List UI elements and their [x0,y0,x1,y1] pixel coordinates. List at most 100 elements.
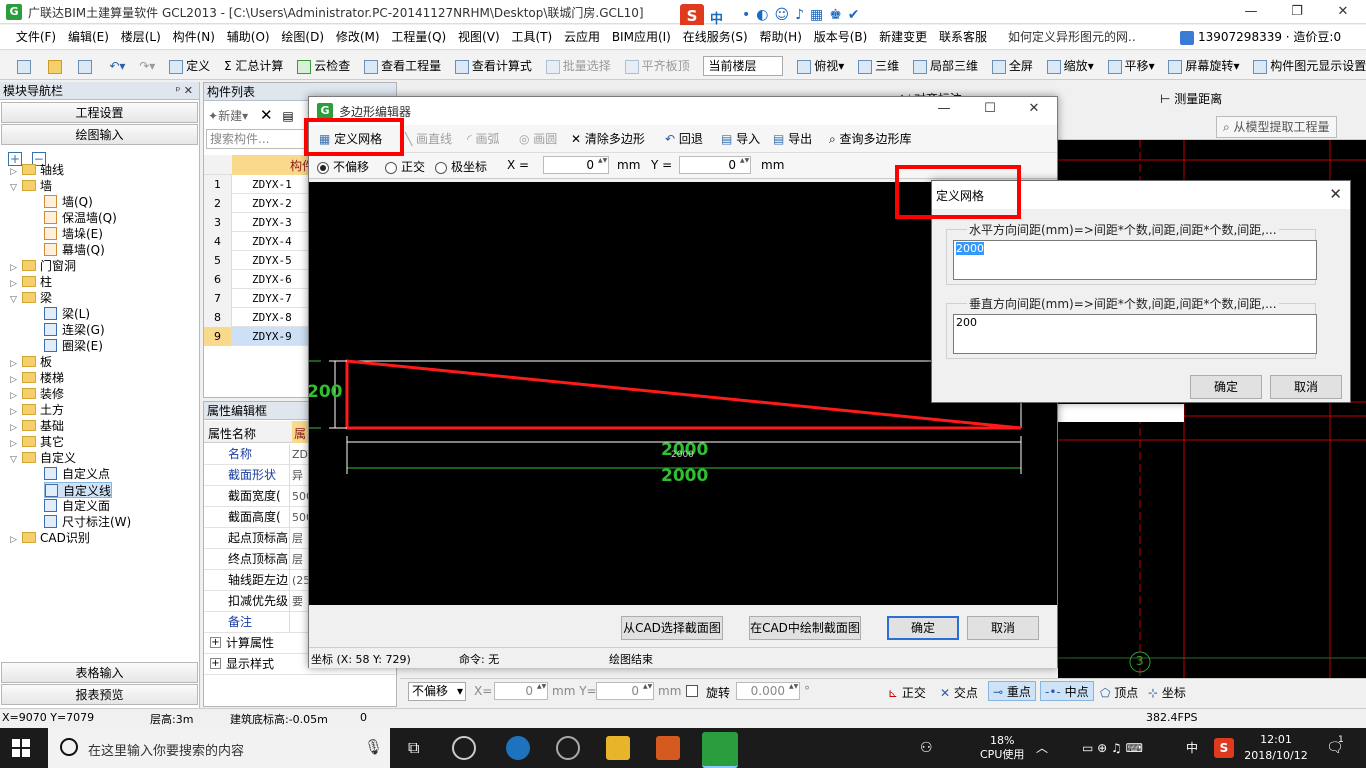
radio-orthogonal[interactable]: 正交 [385,158,425,175]
offset-select[interactable]: 不偏移 ▾ [408,682,466,701]
nav-tree-item[interactable]: ▽ 墙 [10,178,52,194]
grid-ok-button[interactable]: 确定 [1190,375,1262,399]
radio-no-offset[interactable]: 不偏移 [317,158,369,175]
rotate-input[interactable]: 0.000 [736,682,800,700]
floor-select[interactable]: 当前楼层 [698,52,788,80]
menu-cloud[interactable]: 云应用 [560,25,604,50]
batch-select-button[interactable]: 批量选择 [541,52,616,80]
new-component-button[interactable]: ✦新建▾ [208,109,248,123]
swirl-app-icon[interactable] [556,736,580,760]
extract-quantity-button[interactable]: ⌕ 从模型提取工程量 [1216,116,1337,138]
maximize-button[interactable]: ❐ [1274,0,1320,24]
nav-tree-item[interactable]: 圈梁(E) [44,338,103,354]
user-account[interactable]: 13907298339 · 造价豆:0 [1180,25,1341,50]
taskbar-clock[interactable]: 12:01 2018/10/12 [1244,732,1308,768]
menu-component[interactable]: 构件(N) [169,25,219,50]
nav-tree-item[interactable]: ▷ 土方 [10,402,64,418]
menu-tools[interactable]: 工具(T) [507,25,556,50]
horizontal-spacing-input[interactable]: 2000 [953,240,1317,280]
x-input[interactable]: 0 [543,156,609,174]
snap-midpoint[interactable]: -•- 中点 [1040,681,1094,701]
pan-button[interactable]: 平移▾ [1103,52,1160,80]
sogou-tray-icon[interactable]: S [1214,738,1234,758]
new-file-button[interactable] [12,52,39,80]
query-polygon-library-button[interactable]: ⌕ 查询多边形库 [829,129,912,149]
save-button[interactable] [73,52,100,80]
nav-tree-item[interactable]: 墙垛(E) [44,226,103,242]
nav-tree-item[interactable]: ▷ 装修 [10,386,64,402]
ie-browser-icon[interactable] [506,736,530,760]
menu-quantity[interactable]: 工程量(Q) [387,25,450,50]
chevron-up-icon[interactable]: ︿ [1036,728,1048,768]
copy-component-icon[interactable]: ▤ [282,109,293,123]
notes-app-icon[interactable] [606,736,630,760]
expanded-arrow-icon[interactable]: ▽ [10,180,22,196]
menu-modify[interactable]: 修改(M) [332,25,384,50]
snap-midpoint-weight[interactable]: ⊸ 重点 [988,681,1036,701]
import-button[interactable]: ▤ 导入 [721,129,760,149]
polygon-minimize-button[interactable]: — [921,97,967,121]
nav-tree-item[interactable]: ▷ 基础 [10,418,64,434]
menu-aux[interactable]: 辅助(O) [223,25,274,50]
draw-circle-button[interactable]: ◎ 画圆 [519,129,557,149]
nav-tree-item[interactable]: 自定义面 [44,498,110,514]
view-formula-button[interactable]: 查看计算式 [450,52,537,80]
expanded-arrow-icon[interactable]: ▽ [10,292,22,308]
display-settings-button[interactable]: 构件图元显示设置 [1248,52,1366,80]
clear-polygon-button[interactable]: ✕ 清除多边形 [571,129,645,149]
delete-component-icon[interactable]: ✕ [260,106,273,124]
expanded-arrow-icon[interactable]: ▽ [10,452,22,468]
polygon-cancel-button[interactable]: 取消 [967,616,1039,640]
export-button[interactable]: ▤ 导出 [773,129,812,149]
menu-new-change[interactable]: 新建变更 [875,25,931,50]
cpu-monitor[interactable]: 18% CPU使用 [980,734,1024,768]
coord-y-input[interactable]: 0 [596,682,654,700]
menu-online[interactable]: 在线服务(S) [679,25,752,50]
polygon-maximize-button[interactable]: ☐ [967,97,1013,121]
expand-group-icon[interactable]: + [210,637,221,648]
nav-tree-item[interactable]: ▽ 梁 [10,290,52,306]
top-view-button[interactable]: 俯视▾ [792,52,849,80]
nav-tree-item[interactable]: 幕墙(Q) [44,242,105,258]
screen-rotate-button[interactable]: 屏幕旋转▾ [1163,52,1244,80]
nav-tree-item[interactable]: ▽ 自定义 [10,450,76,466]
draw-arc-button[interactable]: ◜ 画弧 [467,129,499,149]
snap-coordinate[interactable]: ⊹ 坐标 [1148,684,1186,701]
task-view-icon[interactable]: ⧉ [408,728,419,768]
polygon-ok-button[interactable]: 确定 [887,616,959,640]
menu-view[interactable]: 视图(V) [454,25,504,50]
tray-icons[interactable]: ▭ ⊕ ♫ ⌨ [1082,728,1143,768]
summary-calc-button[interactable]: Σ 汇总计算 [219,52,288,80]
people-icon[interactable]: ⚇ [920,728,933,768]
nav-tree-item[interactable]: ▷ CAD识别 [10,530,90,546]
menu-version[interactable]: 版本号(B) [810,25,872,50]
draw-input-button[interactable]: 绘图输入 [1,124,198,145]
nav-tree-item[interactable]: 保温墙(Q) [44,210,117,226]
report-preview-button[interactable]: 报表预览 [1,684,198,705]
y-input[interactable]: 0 [679,156,751,174]
nav-tree-item[interactable]: 梁(L) [44,306,90,322]
menu-help[interactable]: 帮助(H) [756,25,806,50]
fan-app-icon[interactable] [452,736,476,760]
grid-close-icon[interactable]: ✕ [1329,185,1342,203]
align-slab-top-button[interactable]: 平齐板顶 [620,52,695,80]
nav-tree-item[interactable]: 自定义点 [44,466,110,482]
define-button[interactable]: 定义 [164,52,215,80]
3d-button[interactable]: 三维 [853,52,904,80]
collapsed-arrow-icon[interactable]: ▷ [10,532,22,548]
taskbar-ime[interactable]: 中 [1186,728,1198,768]
nav-tree-item[interactable]: 自定义线 [44,482,113,498]
coord-x-input[interactable]: 0 [494,682,548,700]
pdf-app-icon[interactable] [656,736,680,760]
snap-vertex[interactable]: ⬠ 顶点 [1100,684,1138,701]
polygon-close-button[interactable]: ✕ [1011,97,1057,121]
menu-bim[interactable]: BIM应用(I) [608,25,675,50]
menu-floor[interactable]: 楼层(L) [117,25,165,50]
cad-draw-section-button[interactable]: 在CAD中绘制截面图 [749,616,861,640]
nav-tree-item[interactable]: 尺寸标注(W) [44,514,131,530]
snap-intersection[interactable]: ✕ 交点 [940,684,978,701]
radio-polar[interactable]: 极坐标 [435,158,487,175]
nav-tree-item[interactable]: ▷ 柱 [10,274,52,290]
menu-edit[interactable]: 编辑(E) [64,25,113,50]
menu-draw[interactable]: 绘图(D) [277,25,328,50]
